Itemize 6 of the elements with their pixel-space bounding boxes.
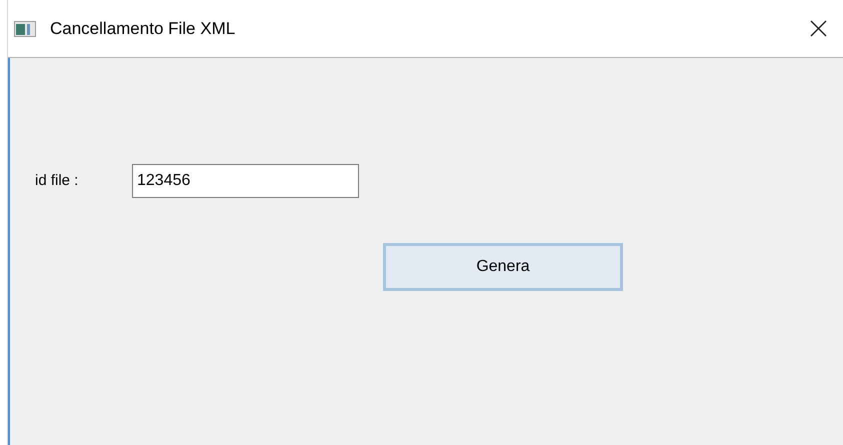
id-file-field[interactable]: 123456	[132, 164, 359, 198]
app-icon	[14, 20, 36, 36]
generate-button[interactable]: Genera	[383, 243, 623, 291]
window-title: Cancellamento File XML	[50, 18, 236, 40]
close-icon	[810, 20, 826, 37]
id-file-label: id file :	[35, 170, 80, 191]
